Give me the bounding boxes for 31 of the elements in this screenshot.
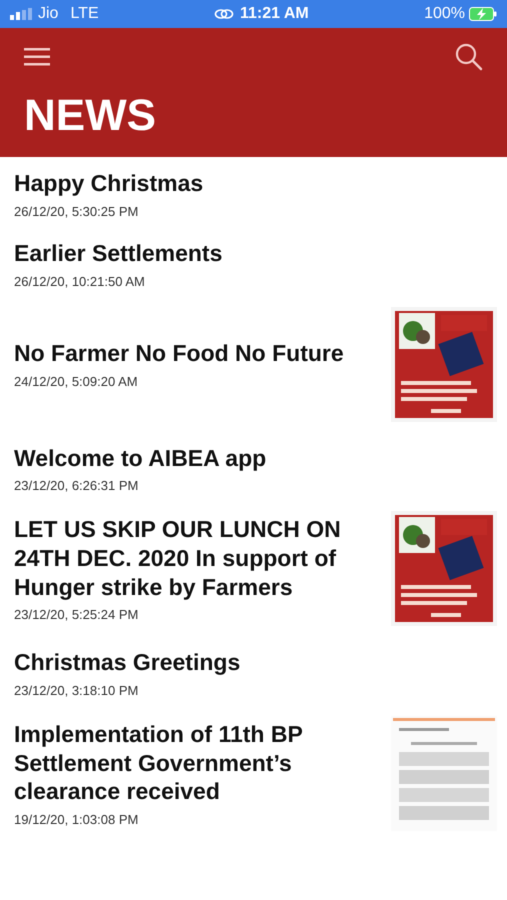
clock-time: 11:21 AM: [240, 5, 309, 23]
news-title: Welcome to AIBEA app: [14, 444, 268, 472]
battery-charging-icon: [469, 7, 497, 21]
news-item[interactable]: Earlier Settlements 26/12/20, 10:21:50 AM: [0, 226, 507, 296]
news-date: 26/12/20, 5:30:25 PM: [14, 204, 140, 219]
news-item[interactable]: LET US SKIP OUR LUNCH ON 24TH DEC. 2020 In support of Hunger strike by Farmers 23/12/20, 5:25:24 PM: [0, 501, 507, 636]
news-title: Earlier Settlements: [14, 238, 224, 268]
page-title: NEWS: [24, 94, 156, 138]
network-type: LTE: [70, 5, 99, 23]
news-title: LET US SKIP OUR LUNCH ON 24TH DEC. 2020 In support of Hunger strike by Farmers: [14, 515, 342, 602]
battery-percent: 100%: [424, 5, 465, 23]
news-date: 23/12/20, 3:18:10 PM: [14, 683, 140, 698]
news-item[interactable]: Christmas Greetings 23/12/20, 3:18:10 PM: [0, 636, 507, 706]
news-item[interactable]: Happy Christmas 26/12/20, 5:30:25 PM: [0, 157, 507, 227]
news-date: 23/12/20, 6:26:31 PM: [14, 478, 140, 494]
news-title: Happy Christmas: [14, 169, 204, 198]
news-date: 19/12/20, 1:03:08 PM: [14, 812, 140, 828]
news-title: Christmas Greetings: [14, 648, 242, 677]
news-date: 24/12/20, 5:09:20 AM: [14, 374, 139, 389]
news-item[interactable]: No Farmer No Food No Future 24/12/20, 5:09:20 AM: [0, 296, 507, 432]
news-date: 26/12/20, 10:21:50 AM: [14, 274, 146, 288]
news-item[interactable]: Implementation of 11th BP Settlement Government’s clearance received 19/12/20, 1:03:08 PM: [0, 706, 507, 841]
search-icon[interactable]: [455, 43, 483, 71]
signal-icon: [10, 8, 32, 20]
link-icon: [214, 8, 234, 20]
news-item[interactable]: Welcome to AIBEA app 23/12/20, 6:26:31 PM: [0, 432, 507, 502]
menu-icon[interactable]: [24, 47, 50, 67]
news-title: No Farmer No Food No Future: [14, 339, 345, 368]
carrier-name: Jio: [38, 5, 58, 23]
news-date: 23/12/20, 5:25:24 PM: [14, 607, 140, 622]
news-title: Implementation of 11th BP Settlement Government’s clearance received: [14, 720, 304, 806]
